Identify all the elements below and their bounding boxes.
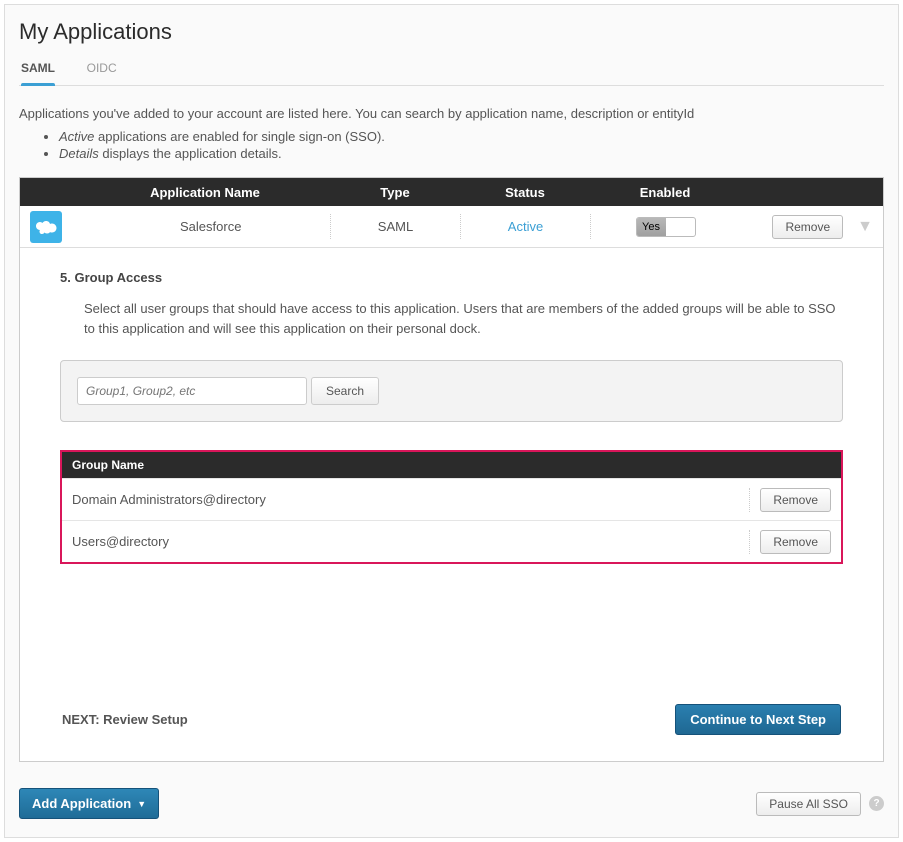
toggle-yes: Yes: [637, 218, 666, 236]
remove-app-button[interactable]: Remove: [772, 215, 843, 239]
remove-group-button[interactable]: Remove: [760, 530, 831, 554]
salesforce-icon: [30, 211, 62, 243]
add-application-button[interactable]: Add Application ▼: [19, 788, 159, 819]
col-header-enabled: Enabled: [590, 185, 740, 200]
tabs: SAML OIDC: [19, 55, 884, 86]
bullet-details-rest: displays the application details.: [99, 146, 282, 161]
enabled-toggle[interactable]: Yes: [636, 217, 696, 237]
applications-panel: Application Name Type Status Enabled Sal…: [19, 177, 884, 762]
remove-group-button[interactable]: Remove: [760, 488, 831, 512]
col-header-status: Status: [460, 185, 590, 200]
group-row: Users@directory Remove: [62, 520, 841, 562]
next-label: NEXT: Review Setup: [62, 712, 188, 727]
step-description: Select all user groups that should have …: [84, 299, 843, 338]
group-row: Domain Administrators@directory Remove: [62, 478, 841, 520]
group-search-button[interactable]: Search: [311, 377, 379, 405]
step-panel: 5. Group Access Select all user groups t…: [20, 248, 883, 761]
caret-down-icon: ▼: [137, 799, 146, 809]
group-search-input[interactable]: [77, 377, 307, 405]
bullet-details: Details displays the application details…: [59, 146, 884, 161]
step-heading: 5. Group Access: [60, 270, 843, 285]
help-icon[interactable]: ?: [869, 796, 884, 811]
intro-text: Applications you've added to your accoun…: [19, 106, 884, 121]
next-row: NEXT: Review Setup Continue to Next Step: [60, 704, 843, 735]
group-table: Group Name Domain Administrators@directo…: [60, 450, 843, 564]
page-title: My Applications: [19, 19, 884, 45]
applications-header: Application Name Type Status Enabled: [20, 178, 883, 206]
col-header-name: Application Name: [80, 185, 330, 200]
bullet-active-em: Active: [59, 129, 94, 144]
app-type: SAML: [330, 214, 460, 239]
footer: Add Application ▼ Pause All SSO ?: [19, 788, 884, 819]
add-application-label: Add Application: [32, 796, 131, 811]
continue-button[interactable]: Continue to Next Step: [675, 704, 841, 735]
intro-bullets: Active applications are enabled for sing…: [19, 129, 884, 161]
group-name: Domain Administrators@directory: [72, 492, 266, 507]
app-name: Salesforce: [80, 219, 330, 234]
tab-oidc[interactable]: OIDC: [85, 55, 119, 85]
expand-row-icon[interactable]: ▼: [857, 218, 873, 236]
pause-all-sso-button[interactable]: Pause All SSO: [756, 792, 861, 816]
group-search-panel: Search: [60, 360, 843, 422]
application-row[interactable]: Salesforce SAML Active Yes Remove ▼: [20, 206, 883, 248]
app-status[interactable]: Active: [508, 219, 543, 234]
bullet-active-rest: applications are enabled for single sign…: [94, 129, 385, 144]
group-name: Users@directory: [72, 534, 169, 549]
group-table-header: Group Name: [62, 452, 841, 478]
col-header-type: Type: [330, 185, 460, 200]
bullet-details-em: Details: [59, 146, 99, 161]
tab-saml[interactable]: SAML: [19, 55, 57, 85]
page-container: My Applications SAML OIDC Applications y…: [4, 4, 899, 838]
bullet-active: Active applications are enabled for sing…: [59, 129, 884, 144]
